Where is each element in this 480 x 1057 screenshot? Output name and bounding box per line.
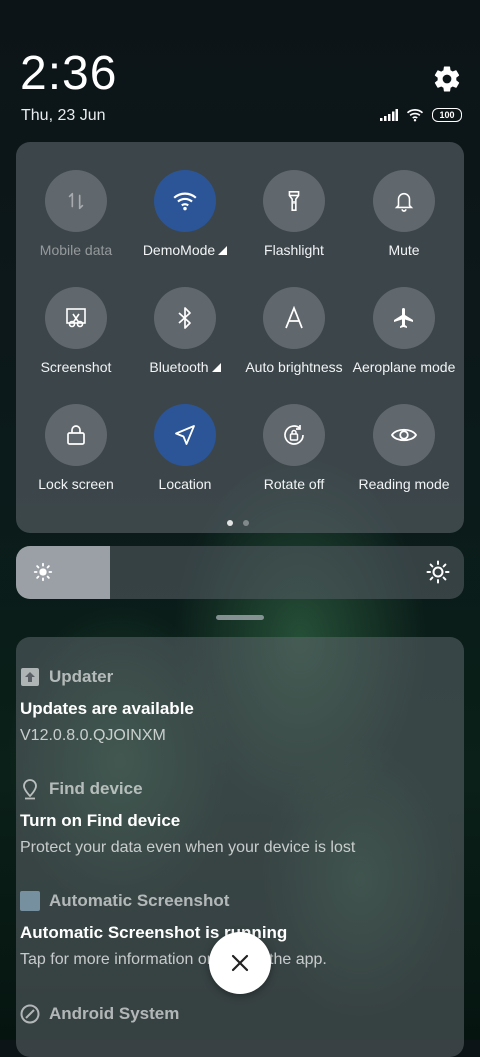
drag-handle[interactable] xyxy=(216,615,264,620)
tile-screenshot[interactable]: Screenshot xyxy=(21,287,131,375)
tile-label: Reading mode xyxy=(349,476,459,492)
tile-label: Aeroplane mode xyxy=(349,359,459,375)
tile-aeroplane-mode[interactable]: Aeroplane mode xyxy=(349,287,459,375)
tile-label-text: Mute xyxy=(388,242,420,258)
page-dot-2 xyxy=(243,520,249,526)
tile-auto-brightness[interactable]: Auto brightness xyxy=(239,287,349,375)
tile-reading-mode[interactable]: Reading mode xyxy=(349,404,459,492)
eye-icon xyxy=(390,425,418,445)
tile-label: Location xyxy=(130,476,240,492)
tile-label-text: Rotate off xyxy=(263,476,325,492)
tile-button[interactable] xyxy=(45,404,107,466)
clear-all-button[interactable] xyxy=(209,932,271,994)
updater-icon xyxy=(20,667,40,687)
notification-app-name: Android System xyxy=(49,1004,180,1023)
notification-android-system[interactable]: Android System xyxy=(20,1004,440,1024)
tile-button[interactable] xyxy=(373,404,435,466)
lock-icon xyxy=(65,423,87,447)
tile-label-text: Reading mode xyxy=(358,476,450,492)
tile-label-text: Mobile data xyxy=(39,242,113,258)
brightness-fill xyxy=(16,546,111,599)
wifi-icon xyxy=(172,190,198,212)
tile-button[interactable] xyxy=(373,170,435,232)
notification-app-name: Updater xyxy=(49,667,114,686)
auto-brightness-icon xyxy=(283,306,305,330)
tile-label: DemoMode xyxy=(130,242,240,258)
tile-bluetooth[interactable]: Bluetooth xyxy=(130,287,240,375)
tile-label: Screenshot xyxy=(21,359,131,375)
location-arrow-icon xyxy=(173,423,197,447)
tile-label: Mobile data xyxy=(21,242,131,258)
status-icons: 100 xyxy=(380,108,462,122)
tile-label: Auto brightness xyxy=(239,359,349,375)
rotate-lock-icon xyxy=(281,422,307,448)
tile-button[interactable] xyxy=(154,170,216,232)
tile-lock-screen[interactable]: Lock screen xyxy=(21,404,131,492)
location-pin-icon xyxy=(20,779,40,800)
tile-button[interactable] xyxy=(263,170,325,232)
expand-arrow-icon xyxy=(218,246,228,255)
tile-mobile-data[interactable]: Mobile data xyxy=(21,170,131,258)
notification-text: Protect your data even when your device … xyxy=(20,839,356,856)
tile-label-text: Flashlight xyxy=(264,242,324,258)
tile-label-text: Lock screen xyxy=(38,476,114,492)
notification-updater[interactable]: Updater Updates are available V12.0.8.0.… xyxy=(20,667,440,745)
notification-find-device[interactable]: Find device Turn on Find device Protect … xyxy=(20,779,440,857)
tile-button[interactable] xyxy=(154,404,216,466)
tile-label: Bluetooth xyxy=(130,359,240,375)
brightness-high-icon xyxy=(426,560,450,584)
airplane-icon xyxy=(392,306,416,330)
tile-label: Rotate off xyxy=(239,476,349,492)
tile-label: Flashlight xyxy=(239,242,349,258)
flashlight-icon xyxy=(283,189,305,213)
clock: 2:36 xyxy=(20,47,118,100)
tile-button[interactable] xyxy=(263,287,325,349)
date: Thu, 23 Jun xyxy=(21,107,106,124)
brightness-low-icon xyxy=(33,562,53,582)
tile-label: Lock screen xyxy=(21,476,131,492)
brightness-slider[interactable] xyxy=(16,546,464,599)
scissors-icon xyxy=(64,306,88,330)
mobile-data-icon xyxy=(65,190,87,212)
notification-title: Turn on Find device xyxy=(20,811,181,830)
tile-label: Mute xyxy=(349,242,459,258)
notification-app-name: Automatic Screenshot xyxy=(49,891,230,910)
tile-mute[interactable]: Mute xyxy=(349,170,459,258)
tile-rotate-off[interactable]: Rotate off xyxy=(239,404,349,492)
page-dot-1 xyxy=(227,520,233,526)
tile-label-text: DemoMode xyxy=(142,242,216,258)
bell-icon xyxy=(393,189,415,213)
tile-button[interactable] xyxy=(45,287,107,349)
tile-button[interactable] xyxy=(45,170,107,232)
tile-button[interactable] xyxy=(373,287,435,349)
tile-flashlight[interactable]: Flashlight xyxy=(239,170,349,258)
tile-label-text: Bluetooth xyxy=(149,359,209,375)
settings-gear-icon[interactable] xyxy=(432,64,462,94)
expand-arrow-icon xyxy=(211,363,221,372)
tile-location[interactable]: Location xyxy=(130,404,240,492)
tile-button[interactable] xyxy=(154,287,216,349)
page-indicator xyxy=(227,520,249,526)
bluetooth-icon xyxy=(175,306,195,330)
tile-label-text: Location xyxy=(158,476,212,492)
screenshot-app-icon xyxy=(20,891,40,911)
tile-button[interactable] xyxy=(263,404,325,466)
tile-demomode[interactable]: DemoMode xyxy=(130,170,240,258)
notification-text: V12.0.8.0.QJOINXM xyxy=(20,727,166,744)
notification-app-name: Find device xyxy=(49,779,143,798)
tile-label-text: Aeroplane mode xyxy=(352,359,456,375)
android-system-icon xyxy=(20,1004,40,1024)
tile-label-text: Auto brightness xyxy=(245,359,343,375)
tile-label-text: Screenshot xyxy=(40,359,112,375)
signal-icon xyxy=(380,109,398,121)
battery-icon: 100 xyxy=(432,108,462,122)
notification-title: Updates are available xyxy=(20,699,194,718)
wifi-status-icon xyxy=(406,109,424,122)
close-icon xyxy=(231,954,249,972)
